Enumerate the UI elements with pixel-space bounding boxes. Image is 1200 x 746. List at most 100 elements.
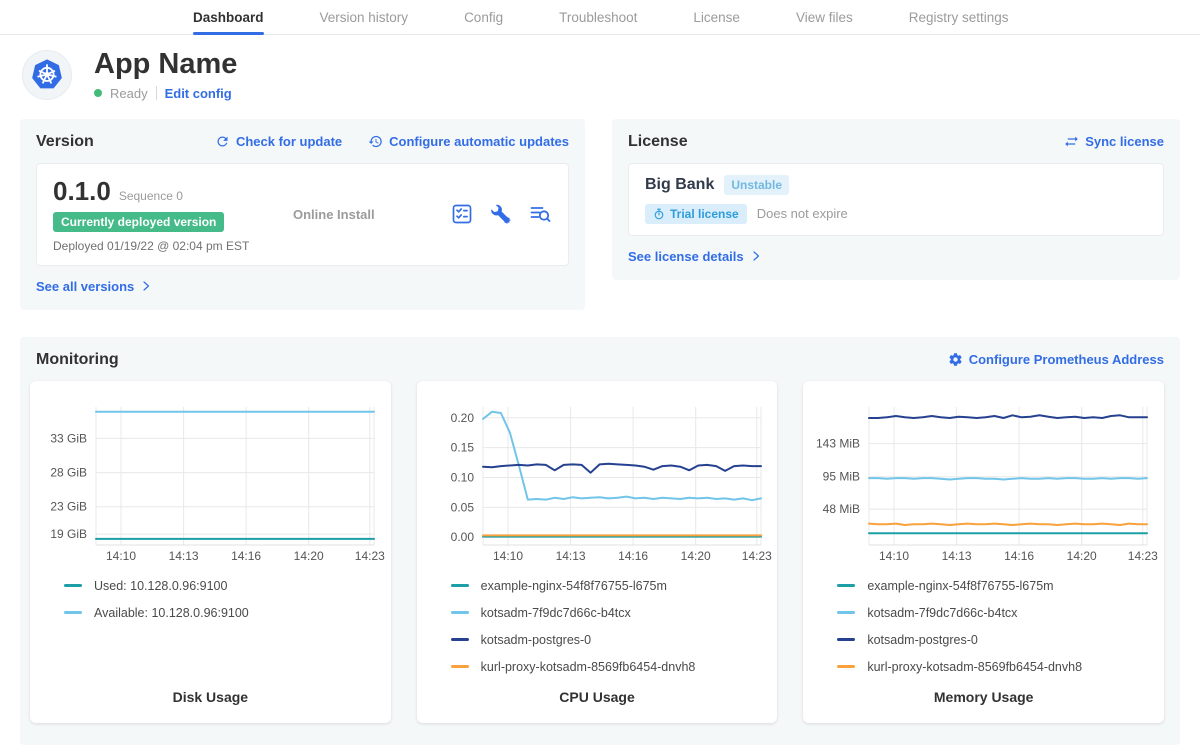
see-license-details-link[interactable]: See license details [628,249,762,264]
edit-config-link[interactable]: Edit config [165,86,232,101]
divider [156,86,157,100]
current-version-card: 0.1.0 Sequence 0 Currently deployed vers… [36,163,569,266]
configure-automatic-updates-button[interactable]: Configure automatic updates [368,134,569,149]
tab-version-history[interactable]: Version history [320,0,409,34]
install-type: Online Install [293,207,450,222]
refresh-icon [215,134,230,149]
license-panel-title: License [628,133,688,151]
legend-item: Available: 10.128.0.96:9100 [64,606,391,620]
svg-text:14:16: 14:16 [618,549,648,563]
legend-label: example-nginx-54f8f76755-l675m [867,579,1053,593]
version-sequence: Sequence 0 [119,189,183,203]
svg-text:14:20: 14:20 [1067,549,1097,563]
tab-dashboard[interactable]: Dashboard [193,0,264,34]
status-dot [94,89,102,97]
legend-item: example-nginx-54f8f76755-l675m [837,579,1164,593]
chevron-right-icon [140,280,152,292]
cpu-usage-chart: 0.200.150.100.050.0014:1014:1314:1614:20… [417,393,778,563]
check-for-update-button[interactable]: Check for update [215,134,342,149]
svg-text:0.20: 0.20 [450,411,474,425]
config-wrench-icon[interactable] [489,202,513,226]
svg-text:14:10: 14:10 [879,549,909,563]
disk-usage-chart: 33 GiB28 GiB23 GiB19 GiB14:1014:1314:161… [30,393,391,563]
chart-title: CPU Usage [417,689,778,723]
svg-text:14:23: 14:23 [741,549,771,563]
svg-text:14:10: 14:10 [493,549,523,563]
legend-label: kurl-proxy-kotsadm-8569fb6454-dnvh8 [481,660,696,674]
configure-prometheus-button[interactable]: Configure Prometheus Address [948,352,1164,367]
tab-view-files[interactable]: View files [796,0,853,34]
license-expiration: Does not expire [757,206,848,221]
channel-badge: Unstable [724,175,789,195]
svg-text:14:13: 14:13 [942,549,972,563]
deployed-badge: Currently deployed version [53,212,224,232]
memory-usage-chart-card: 143 MiB95 MiB48 MiB14:1014:1314:1614:201… [803,381,1164,723]
svg-text:14:23: 14:23 [355,549,385,563]
app-header: App Name Ready Edit config [0,35,1200,111]
legend-item: example-nginx-54f8f76755-l675m [451,579,778,593]
svg-text:143 MiB: 143 MiB [816,436,860,450]
legend-swatch [451,611,469,614]
legend-swatch [64,611,82,614]
legend-label: example-nginx-54f8f76755-l675m [481,579,667,593]
svg-text:14:16: 14:16 [231,549,261,563]
license-card: Big Bank Unstable Trial license Do [628,163,1164,236]
svg-text:95 MiB: 95 MiB [823,470,860,484]
tab-config[interactable]: Config [464,0,503,34]
svg-text:19 GiB: 19 GiB [50,527,87,541]
legend-label: Used: 10.128.0.96:9100 [94,579,227,593]
memory-usage-legend: example-nginx-54f8f76755-l675m kotsadm-7f… [837,579,1164,674]
cpu-usage-chart-card: 0.200.150.100.050.0014:1014:1314:1614:20… [417,381,778,723]
legend-item: kotsadm-7f9dc7d66c-b4tcx [837,606,1164,620]
disk-usage-legend: Used: 10.128.0.96:9100 Available: 10.128.… [64,579,391,620]
disk-usage-chart-card: 33 GiB28 GiB23 GiB19 GiB14:1014:1314:161… [30,381,391,723]
svg-text:23 GiB: 23 GiB [50,500,87,514]
legend-item: kurl-proxy-kotsadm-8569fb6454-dnvh8 [837,660,1164,674]
svg-text:33 GiB: 33 GiB [50,431,87,445]
legend-swatch [451,638,469,641]
page-title: App Name [94,49,237,81]
chevron-right-icon [750,250,762,262]
stopwatch-icon [653,208,665,220]
tab-license[interactable]: License [693,0,740,34]
version-panel: Version Check for update Configure autom… [20,119,585,310]
preflight-checks-icon[interactable] [450,202,474,226]
legend-swatch [451,665,469,668]
svg-text:14:10: 14:10 [106,549,136,563]
legend-item: kotsadm-postgres-0 [451,633,778,647]
svg-text:14:16: 14:16 [1004,549,1034,563]
legend-swatch [837,665,855,668]
legend-swatch [64,584,82,587]
monitoring-title: Monitoring [36,351,119,369]
version-number: 0.1.0 [53,176,111,207]
svg-text:0.00: 0.00 [450,530,474,544]
svg-text:14:20: 14:20 [294,549,324,563]
deploy-logs-icon[interactable] [528,202,552,226]
chart-title: Memory Usage [803,689,1164,723]
legend-item: kurl-proxy-kotsadm-8569fb6454-dnvh8 [451,660,778,674]
svg-text:0.05: 0.05 [450,500,474,514]
top-nav: Dashboard Version history Config Trouble… [0,0,1200,35]
svg-text:14:20: 14:20 [680,549,710,563]
svg-text:14:13: 14:13 [555,549,585,563]
sync-license-button[interactable]: Sync license [1064,134,1164,149]
tab-registry-settings[interactable]: Registry settings [909,0,1009,34]
gear-icon [948,352,963,367]
memory-usage-chart: 143 MiB95 MiB48 MiB14:1014:1314:1614:201… [803,393,1164,563]
see-all-versions-link[interactable]: See all versions [36,279,152,294]
kubernetes-icon [29,57,65,93]
legend-swatch [837,611,855,614]
license-name: Big Bank [645,176,714,194]
svg-text:48 MiB: 48 MiB [823,502,860,516]
tab-troubleshoot[interactable]: Troubleshoot [559,0,637,34]
sync-icon [1064,134,1079,149]
status-text: Ready [110,86,148,101]
legend-item: kotsadm-postgres-0 [837,633,1164,647]
svg-text:28 GiB: 28 GiB [50,465,87,479]
cpu-usage-legend: example-nginx-54f8f76755-l675mkotsadm-7f… [451,579,778,674]
trial-license-badge: Trial license [645,204,747,224]
legend-swatch [837,638,855,641]
legend-label: kurl-proxy-kotsadm-8569fb6454-dnvh8 [867,660,1082,674]
deployed-timestamp: Deployed 01/19/22 @ 02:04 pm EST [53,239,293,253]
legend-swatch [451,584,469,587]
